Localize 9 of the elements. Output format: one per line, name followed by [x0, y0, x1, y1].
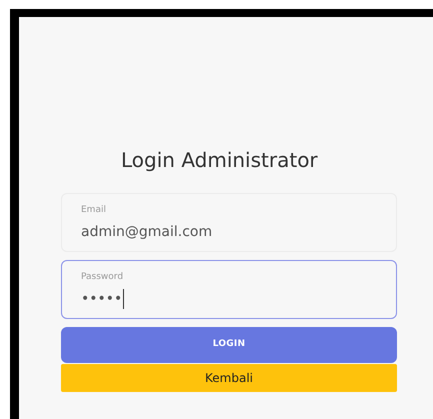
field-value: admin@gmail.com — [81, 223, 212, 242]
login-title: Login Administrator — [121, 147, 319, 174]
input-field[interactable]: Email admin@gmail.com — [61, 193, 397, 252]
field-label: Password — [81, 271, 124, 283]
input-field[interactable]: Password ••••• — [61, 260, 397, 319]
field-value: ••••• — [81, 289, 124, 309]
field-label: Email — [81, 204, 106, 216]
login-button[interactable]: LOGIN — [61, 327, 397, 363]
back-button[interactable]: Kembali — [61, 364, 397, 392]
